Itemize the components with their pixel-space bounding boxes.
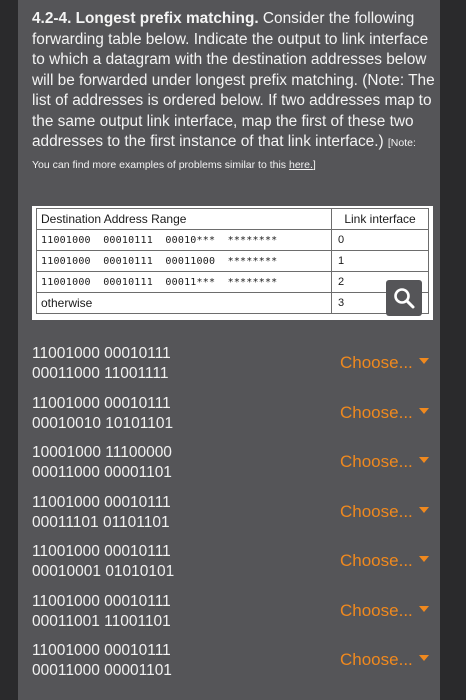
link-interface: 1 xyxy=(331,250,429,272)
chevron-down-icon xyxy=(418,358,429,364)
list-item: 11001000 00010111 00011001 11001101 Choo… xyxy=(32,592,442,642)
address-line-1: 11001000 00010111 xyxy=(32,493,171,511)
question-body: Consider the following forwarding table … xyxy=(32,10,435,150)
interface-select[interactable]: Choose... xyxy=(340,650,429,670)
address-range: otherwise xyxy=(36,292,332,314)
list-item: 10001000 11100000 00011000 00001101 Choo… xyxy=(32,443,442,493)
here-link[interactable]: here. xyxy=(289,159,313,171)
address-range: 11001000 00010111 00010*** ******** xyxy=(36,229,332,251)
destination-address: 11001000 00010111 00010010 10101101 xyxy=(32,394,173,434)
address-range: 11001000 00010111 00011*** ******** xyxy=(36,271,332,293)
interface-select[interactable]: Choose... xyxy=(340,403,429,423)
interface-select[interactable]: Choose... xyxy=(340,502,429,522)
chevron-down-icon xyxy=(418,407,429,414)
address-line-1: 10001000 11100000 xyxy=(32,444,172,461)
address-line-1: 11001000 00010111 xyxy=(32,394,171,412)
forwarding-table-image: Destination Address Range Link interface… xyxy=(32,206,433,320)
search-icon xyxy=(394,288,415,309)
destination-address: 11001000 00010111 00011000 11001111 xyxy=(32,344,171,384)
list-item: 11001000 00010111 00011000 11001111 Choo… xyxy=(32,344,442,394)
note-suffix: ] xyxy=(312,158,316,171)
interface-select[interactable]: Choose... xyxy=(340,452,429,472)
list-item: 11001000 00010111 00010010 10101101 Choo… xyxy=(32,394,442,444)
select-value: Choose... xyxy=(340,600,413,620)
chevron-down-icon xyxy=(418,556,429,562)
question-text: 4.2-4. Longest prefix matching. Consider… xyxy=(32,9,436,175)
list-item: 11001000 00010111 00011101 01101101 Choo… xyxy=(32,493,442,543)
header-destination-range: Destination Address Range xyxy=(36,208,332,230)
link-interface: 0 xyxy=(331,229,429,251)
address-range: 11001000 00010111 00011000 ******** xyxy=(36,250,332,272)
address-line-1: 11001000 00010111 xyxy=(32,543,171,560)
chevron-down-icon xyxy=(418,605,429,612)
chevron-down-icon xyxy=(418,457,429,463)
interface-select[interactable]: Choose... xyxy=(340,551,429,571)
select-value: Choose... xyxy=(340,452,413,471)
table-row: 11001000 00010111 00011*** ******** 2 xyxy=(36,271,429,293)
select-value: Choose... xyxy=(340,551,413,570)
select-value: Choose... xyxy=(340,353,413,372)
address-line-2: 00011000 11001111 xyxy=(32,365,169,382)
address-line-1: 11001000 00010111 xyxy=(32,345,171,362)
table-header-row: Destination Address Range Link interface xyxy=(36,208,429,230)
chevron-down-icon xyxy=(418,655,429,661)
select-value: Choose... xyxy=(340,402,413,422)
destination-address: 11001000 00010111 00011001 11001101 xyxy=(32,592,171,632)
address-line-2: 00011001 11001101 xyxy=(32,612,171,630)
address-line-1: 11001000 00010111 xyxy=(32,642,171,659)
chevron-down-icon xyxy=(418,506,429,513)
destination-address: 10001000 11100000 00011000 00001101 xyxy=(32,443,172,483)
address-line-2: 00011101 01101101 xyxy=(32,513,170,531)
question-title: 4.2-4. Longest prefix matching. xyxy=(32,10,259,27)
address-line-2: 00011000 00001101 xyxy=(32,464,172,481)
address-list: 11001000 00010111 00011000 11001111 Choo… xyxy=(32,344,442,691)
address-line-2: 00011000 00001101 xyxy=(32,662,172,679)
list-item: 11001000 00010111 00010001 01010101 Choo… xyxy=(32,542,442,592)
interface-select[interactable]: Choose... xyxy=(340,353,429,373)
select-value: Choose... xyxy=(340,501,413,521)
destination-address: 11001000 00010111 00010001 01010101 xyxy=(32,542,174,582)
destination-address: 11001000 00010111 00011000 00001101 xyxy=(32,641,172,681)
interface-select[interactable]: Choose... xyxy=(340,601,429,621)
select-value: Choose... xyxy=(340,650,413,669)
header-link-interface: Link interface xyxy=(331,208,429,230)
table-row: 11001000 00010111 00010*** ******** 0 xyxy=(36,229,429,251)
zoom-search-button[interactable] xyxy=(386,280,422,316)
address-line-1: 11001000 00010111 xyxy=(32,592,171,610)
forwarding-table: Destination Address Range Link interface… xyxy=(36,208,429,314)
table-row: otherwise 3 xyxy=(36,292,429,314)
table-row: 11001000 00010111 00011000 ******** 1 xyxy=(36,250,429,272)
list-item: 11001000 00010111 00011000 00001101 Choo… xyxy=(32,641,442,691)
address-line-2: 00010010 10101101 xyxy=(32,414,174,432)
address-line-2: 00010001 01010101 xyxy=(32,563,175,580)
destination-address: 11001000 00010111 00011101 01101101 xyxy=(32,493,171,533)
